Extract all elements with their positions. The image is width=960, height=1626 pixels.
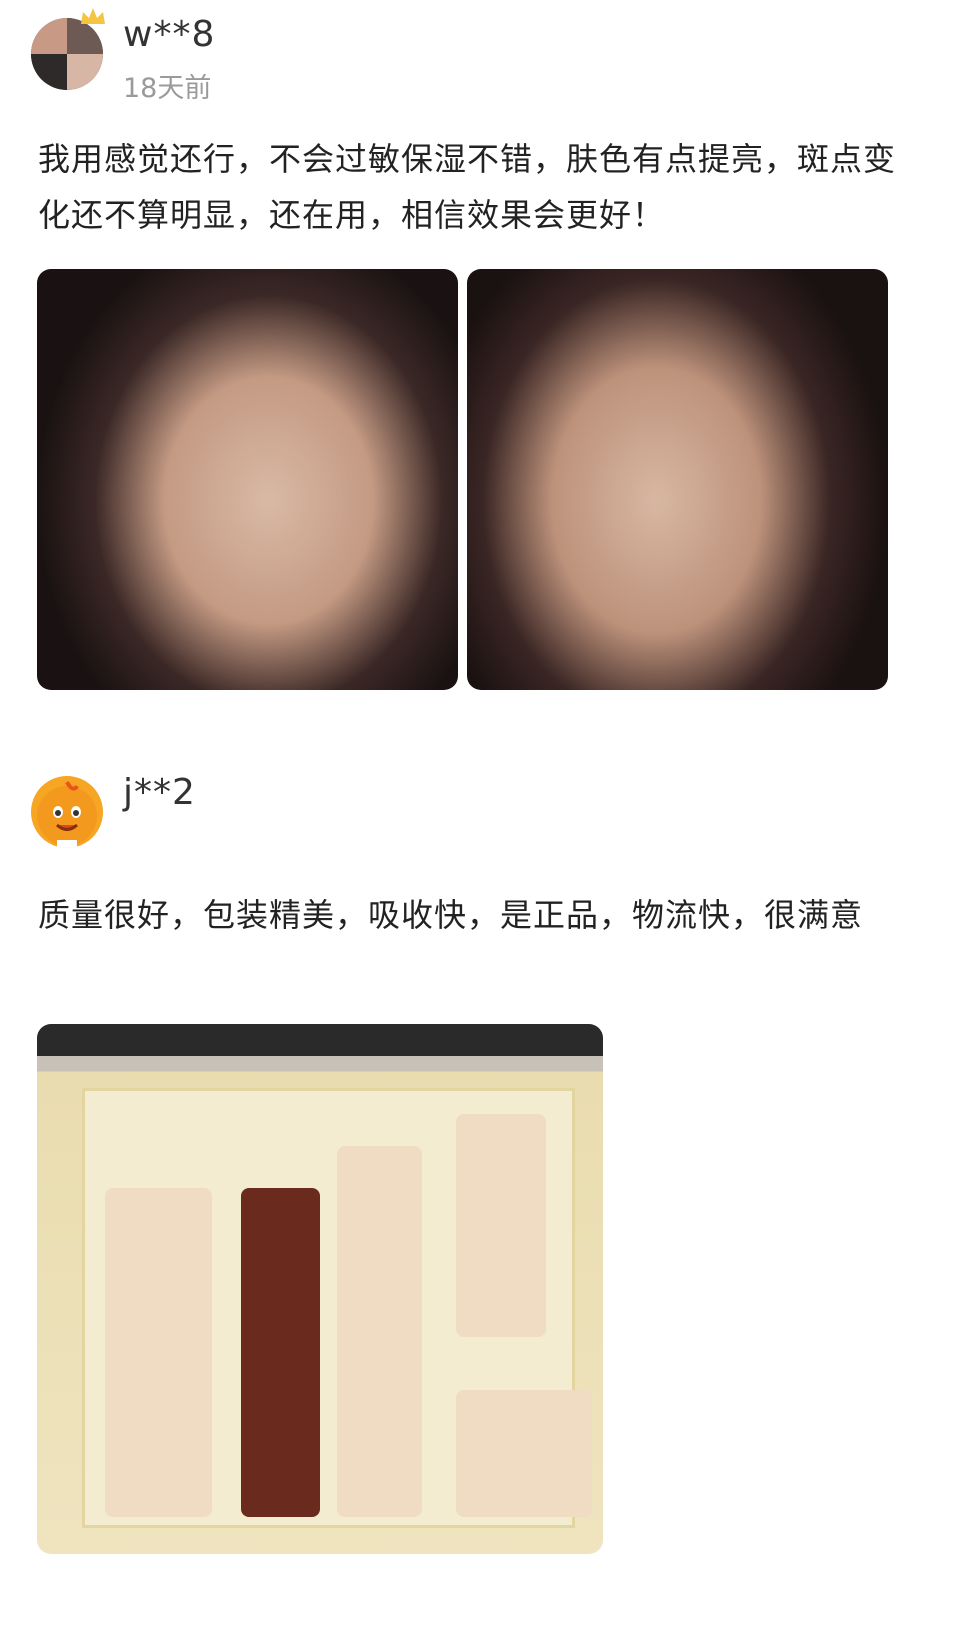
- username: j**2: [123, 772, 196, 813]
- user-avatar[interactable]: [31, 776, 103, 848]
- review-photo[interactable]: [37, 269, 458, 690]
- username: w**8: [123, 14, 216, 55]
- review-photo[interactable]: [37, 1024, 603, 1554]
- orange-mascot-icon: [37, 781, 97, 848]
- review-text: 质量很好，包装精美，吸收快，是正品，物流快，很满意: [38, 896, 864, 934]
- review-card: j**2 质量很好，包装精美，吸收快，是正品，物流快，很满意: [0, 760, 960, 1626]
- review-text: 我用感觉还行，不会过敏保湿不错，肤色有点提亮，斑点变化还不算明显，还在用，相信效…: [38, 140, 897, 234]
- crown-icon: [81, 8, 105, 24]
- review-photo[interactable]: [467, 269, 888, 690]
- review-card: w**8 18天前 我用感觉还行，不会过敏保湿不错，肤色有点提亮，斑点变化还不算…: [0, 0, 960, 730]
- user-avatar[interactable]: [31, 18, 103, 90]
- review-timestamp: 18天前: [123, 73, 212, 104]
